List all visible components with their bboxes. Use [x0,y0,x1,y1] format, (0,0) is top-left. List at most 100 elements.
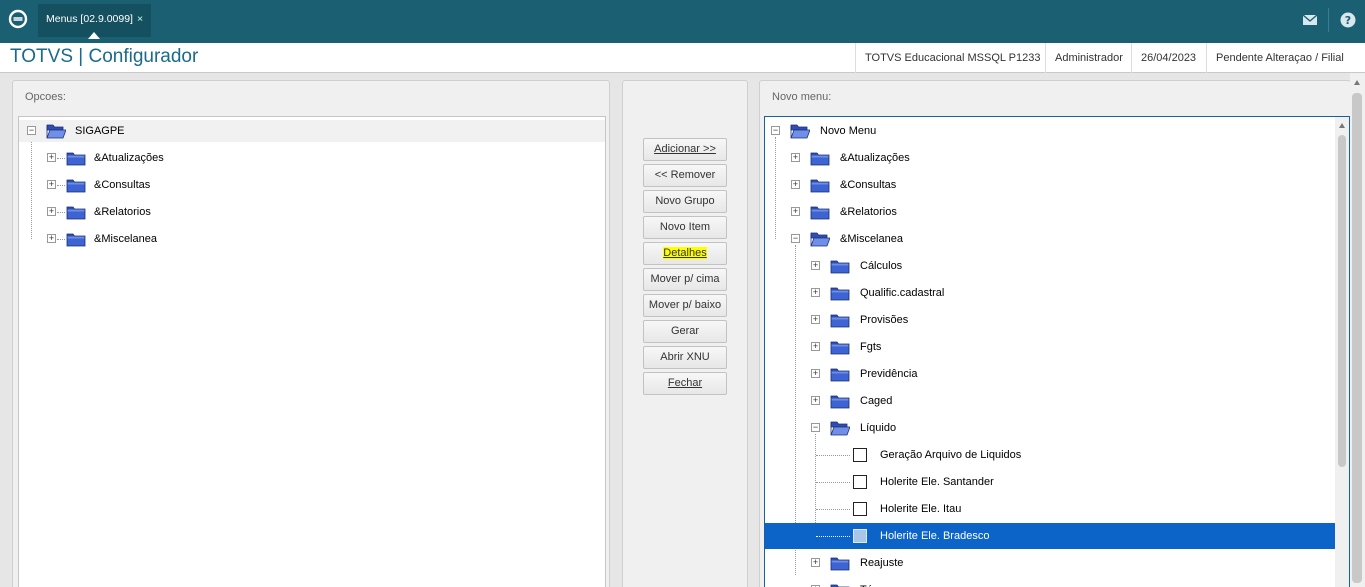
expand-icon[interactable]: + [811,558,820,567]
move-down-button-label: Mover p/ baixo [648,299,722,311]
page-scrollbar-thumb[interactable] [1352,93,1362,583]
branch-label: Pendente Alteraçao / Filial 01 [1206,43,1365,94]
folder-open-icon [830,420,850,436]
open-xnu-button[interactable]: Abrir XNU [643,346,727,369]
folder-open-icon [790,123,810,139]
folder-icon [66,150,86,166]
tree-node[interactable]: + &Consultas [765,174,1335,196]
close-tab-icon[interactable]: × [137,13,143,25]
move-up-button[interactable]: Mover p/ cima [643,268,727,291]
new-group-button[interactable]: Novo Grupo [643,190,727,213]
tree-node[interactable]: + &Relatorios [765,201,1335,223]
tree-node-label: &Miscelanea [840,233,903,245]
tree-node-label: Fgts [860,341,882,353]
date-label: 26/04/2023 [1131,43,1205,73]
tree-node[interactable]: + Caged [765,390,1335,412]
tree-node[interactable]: + &Atualizações [765,147,1335,169]
folder-icon [830,555,850,571]
open-xnu-button-label: Abrir XNU [660,351,710,363]
tree-node-label: Cálculos [860,260,903,272]
mail-icon[interactable] [1301,11,1319,29]
tree-scrollbar[interactable] [1335,117,1349,587]
new-item-button[interactable]: Novo Item [643,216,727,239]
expand-icon[interactable]: + [47,180,56,189]
move-up-button-label: Mover p/ cima [650,273,720,285]
expand-icon[interactable]: + [811,396,820,405]
tree-root-novo-menu[interactable]: − Novo Menu [765,120,1335,142]
top-bar: Menus [02.9.0099] × ? [0,0,1365,40]
scroll-up-icon[interactable] [1354,80,1360,85]
page-title: TOTVS | Configurador [10,46,199,67]
tree-node[interactable]: + Reajuste [765,552,1335,574]
page-scrollbar[interactable] [1350,73,1365,587]
expand-icon[interactable]: + [47,234,56,243]
tree-node[interactable]: + Qualific.cadastral [765,282,1335,304]
tree-leaf[interactable]: Geração Arquivo de Liquidos [765,444,1335,466]
tree-node-label: &Relatorios [840,206,897,218]
new-group-button-label: Novo Grupo [655,195,715,207]
new-menu-panel-title: Novo menu: [772,91,832,103]
tree-node[interactable]: + &Relatorios [19,201,605,223]
tree-node[interactable]: + &Consultas [19,174,605,196]
tree-node-label: &Atualizações [840,152,910,164]
tree-node-label: Qualific.cadastral [860,287,945,299]
document-icon [853,448,867,462]
tree-leaf[interactable]: Holerite Ele. Santander [765,471,1335,493]
close-button[interactable]: Fechar [643,372,727,395]
expand-icon[interactable]: + [791,207,800,216]
collapse-icon[interactable]: − [27,126,36,135]
tree-node-label: &Relatorios [94,206,151,218]
details-button[interactable]: Detalhes [643,242,727,265]
remove-button-label: << Remover [654,169,716,181]
collapse-icon[interactable]: − [811,423,820,432]
folder-icon [830,258,850,274]
totvs-logo-icon[interactable] [8,9,28,29]
expand-icon[interactable]: + [811,261,820,270]
toolbar-divider [1328,8,1329,32]
tree-node[interactable]: + Tá... [765,579,1335,587]
collapse-icon[interactable]: − [771,126,780,135]
tree-node[interactable]: − Líquido [765,417,1335,439]
tree-node-label: Holerite Ele. Bradesco [880,530,990,542]
tree-root-sigagpe[interactable]: − SIGAGPE [19,120,605,142]
options-tree[interactable]: − SIGAGPE + &Atualizações + &Consultas +… [18,116,606,587]
tree-node-label: SIGAGPE [75,125,125,137]
move-down-button[interactable]: Mover p/ baixo [643,294,727,317]
tree-leaf-selected[interactable]: Holerite Ele. Bradesco [765,525,1335,547]
scroll-up-icon[interactable] [1339,123,1345,128]
folder-icon [66,204,86,220]
tree-scrollbar-thumb[interactable] [1338,135,1346,467]
folder-icon [810,177,830,193]
tree-node[interactable]: + Provisões [765,309,1335,331]
expand-icon[interactable]: + [47,207,56,216]
expand-icon[interactable]: + [791,180,800,189]
remove-button[interactable]: << Remover [643,164,727,187]
app-header: TOTVS | Configurador TOTVS Educacional M… [0,43,1365,94]
expand-icon[interactable]: + [47,153,56,162]
new-menu-tree[interactable]: − Novo Menu + &Atualizações + &Consultas… [764,116,1350,587]
tree-node[interactable]: + Previdência [765,363,1335,385]
expand-icon[interactable]: + [791,153,800,162]
help-icon[interactable]: ? [1339,11,1357,29]
tree-node[interactable]: + Fgts [765,336,1335,358]
expand-icon[interactable]: + [811,342,820,351]
close-button-label: Fechar [667,377,703,389]
expand-icon[interactable]: + [811,315,820,324]
user-label: Administrador [1045,43,1132,73]
tree-node[interactable]: + &Atualizações [19,147,605,169]
folder-icon [830,582,850,587]
tree-node[interactable]: − &Miscelanea [765,228,1335,250]
generate-button[interactable]: Gerar [643,320,727,343]
expand-icon[interactable]: + [811,288,820,297]
tree-node-label: Provisões [860,314,909,326]
document-icon [853,529,867,543]
tree-leaf[interactable]: Holerite Ele. Itau [765,498,1335,520]
collapse-icon[interactable]: − [791,234,800,243]
tree-node[interactable]: + &Miscelanea [19,228,605,250]
tree-node-label: Líquido [860,422,897,434]
add-button[interactable]: Adicionar >> [643,138,727,161]
tree-node[interactable]: + Cálculos [765,255,1335,277]
tree-node-label: Reajuste [860,557,904,569]
folder-icon [66,231,86,247]
expand-icon[interactable]: + [811,369,820,378]
